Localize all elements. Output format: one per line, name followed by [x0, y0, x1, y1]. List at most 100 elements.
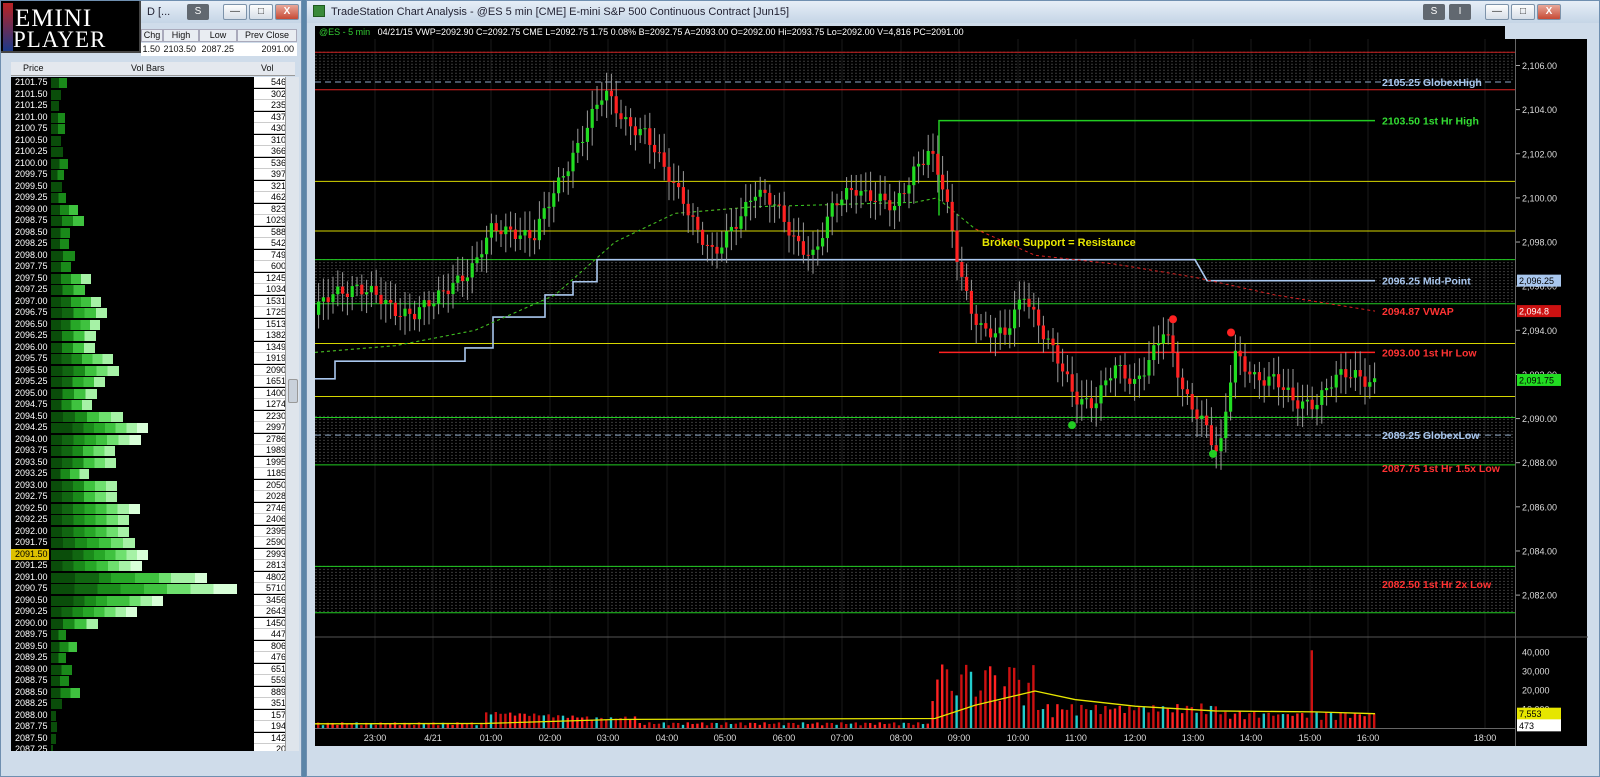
maximize-button[interactable]: □: [1511, 4, 1535, 20]
price-row[interactable]: 2087.75 1949: [11, 721, 295, 733]
price-row[interactable]: 2099.00 8232: [11, 203, 295, 216]
price-row[interactable]: 2100.75 4304: [11, 123, 295, 135]
price-row[interactable]: 2098.50 5889: [11, 226, 295, 239]
price-row[interactable]: 2094.50 22309: [11, 410, 295, 423]
chart-status-area: [315, 746, 1587, 776]
close-button[interactable]: X: [275, 4, 299, 20]
price-row[interactable]: 2101.25 2350: [11, 100, 295, 112]
price-row[interactable]: 2099.50 3217: [11, 180, 295, 193]
price-row[interactable]: 2095.50 20905: [11, 364, 295, 377]
price-row[interactable]: 2088.75 5592: [11, 675, 295, 687]
price-row[interactable]: 2095.25 16519: [11, 376, 295, 388]
price-row[interactable]: 2091.25 28134: [11, 560, 295, 572]
close-button[interactable]: X: [1537, 4, 1561, 20]
price-row[interactable]: 2087.50 1421: [11, 732, 295, 745]
price-row[interactable]: 2096.00 13494: [11, 341, 295, 354]
scroll-thumb[interactable]: [288, 379, 298, 403]
price-row[interactable]: 2091.50 29934: [11, 548, 295, 561]
price-row[interactable]: 2099.25 4620: [11, 192, 295, 204]
volume-bar: [51, 239, 69, 249]
price-row[interactable]: 2094.25 29978: [11, 422, 295, 434]
symbol-link-chip[interactable]: S: [1423, 4, 1445, 20]
volume-bar: [1358, 714, 1361, 728]
volume-profile-grid[interactable]: 2101.75 5468 2101.50 3025 2101.25 2350 2101.00…: [11, 77, 295, 751]
price-row[interactable]: 2098.25 5420: [11, 238, 295, 250]
price-row[interactable]: 2089.25 4760: [11, 652, 295, 664]
price-row[interactable]: 2095.00 14001: [11, 387, 295, 400]
candle-body: [389, 299, 393, 303]
price-row[interactable]: 2092.50 27463: [11, 502, 295, 515]
candle-body: [336, 286, 340, 295]
price-row[interactable]: 2100.50 3102: [11, 134, 295, 147]
price-row[interactable]: 2092.25 24062: [11, 514, 295, 526]
chart-titlebar[interactable]: TradeStation Chart Analysis - @ES 5 min …: [307, 1, 1599, 23]
price-row[interactable]: 2095.75 19196: [11, 353, 295, 365]
price-cell: 2099.00: [11, 203, 49, 215]
price-row[interactable]: 2092.75 20281: [11, 491, 295, 503]
price-row[interactable]: 2101.75 5468: [11, 77, 295, 89]
minimize-button[interactable]: —: [223, 4, 247, 20]
price-row[interactable]: 2091.75 25908: [11, 537, 295, 549]
price-row[interactable]: 2093.00 20509: [11, 479, 295, 492]
price-row[interactable]: 2089.50 8061: [11, 640, 295, 653]
price-tick-label: 2,102.00: [1522, 149, 1557, 159]
price-row[interactable]: 2089.00 6517: [11, 663, 295, 676]
candle-body: [379, 294, 383, 304]
price-row[interactable]: 2087.25 207: [11, 744, 295, 751]
volume-bar: [51, 607, 137, 617]
price-chart-area[interactable]: Broken Support = Resistance 2105.25 Globe…: [314, 39, 1515, 746]
price-row[interactable]: 2089.75 4476: [11, 629, 295, 641]
price-row[interactable]: 2094.00 27868: [11, 433, 295, 446]
volume-bar: [51, 446, 115, 456]
candle-body: [1277, 374, 1281, 388]
price-row[interactable]: 2092.00 23957: [11, 525, 295, 538]
volume-bar: [51, 538, 135, 548]
price-row[interactable]: 2101.50 3025: [11, 88, 295, 101]
maximize-button[interactable]: □: [249, 4, 273, 20]
price-row[interactable]: 2100.00 5368: [11, 157, 295, 170]
price-row[interactable]: 2097.50 12455: [11, 272, 295, 285]
time-axis-svg: 23:00 4/21 01:00 02:00 03:00 04:00 05:00 06:00 0…: [364, 733, 1497, 743]
candle-body: [955, 230, 959, 262]
candle-body: [643, 128, 647, 130]
candle-body: [499, 230, 503, 235]
price-axis[interactable]: 2,106.00 2,104.00 2,102.00 2,100.00 2,098.00…: [1515, 39, 1588, 746]
price-cell: 2094.00: [11, 433, 49, 445]
price-row[interactable]: 2088.00 1578: [11, 709, 295, 722]
price-row[interactable]: 2090.50 34561: [11, 594, 295, 607]
candle-body: [1190, 394, 1194, 410]
price-row[interactable]: 2093.25 11854: [11, 468, 295, 480]
price-cell: 2099.75: [11, 169, 49, 180]
symbol-link-chip[interactable]: S: [187, 4, 209, 20]
price-row[interactable]: 2090.00 14501: [11, 617, 295, 630]
minimize-button[interactable]: —: [1485, 4, 1509, 20]
volume-bar: [51, 526, 129, 537]
info-chip[interactable]: I: [1449, 4, 1471, 20]
price-row[interactable]: 2100.25 3666: [11, 146, 295, 158]
price-row[interactable]: 2098.75 10297: [11, 215, 295, 227]
price-row[interactable]: 2094.75 12748: [11, 399, 295, 411]
price-cell: 2089.75: [11, 629, 49, 640]
price-row[interactable]: 2097.75 6006: [11, 261, 295, 273]
price-row[interactable]: 2097.25 10345: [11, 284, 295, 296]
price-row[interactable]: 2090.75 57107: [11, 583, 295, 595]
price-row[interactable]: 2096.75 17255: [11, 307, 295, 319]
price-row[interactable]: 2090.25 26431: [11, 606, 295, 618]
price-row[interactable]: 2093.75 19891: [11, 445, 295, 457]
price-cell: 2091.75: [11, 537, 49, 548]
volume-profile-scrollbar[interactable]: [285, 77, 299, 751]
price-row[interactable]: 2088.50 8891: [11, 686, 295, 699]
price-row[interactable]: 2101.00 4376: [11, 111, 295, 124]
price-row[interactable]: 2091.00 48024: [11, 571, 295, 584]
price-row[interactable]: 2096.50 15133: [11, 318, 295, 331]
volume-bar: [51, 423, 148, 433]
price-cell: 2091.50: [11, 548, 49, 560]
price-row[interactable]: 2099.75 3974: [11, 169, 295, 181]
time-axis[interactable]: 23:00 4/21 01:00 02:00 03:00 04:00 05:00 06:00 0…: [315, 728, 1515, 746]
price-row[interactable]: 2097.00 15318: [11, 295, 295, 308]
price-row[interactable]: 2088.25 3516: [11, 698, 295, 710]
price-row[interactable]: 2093.50 19951: [11, 456, 295, 469]
price-row[interactable]: 2096.25 13824: [11, 330, 295, 342]
candle-body: [753, 196, 757, 201]
price-row[interactable]: 2098.00 7497: [11, 249, 295, 262]
